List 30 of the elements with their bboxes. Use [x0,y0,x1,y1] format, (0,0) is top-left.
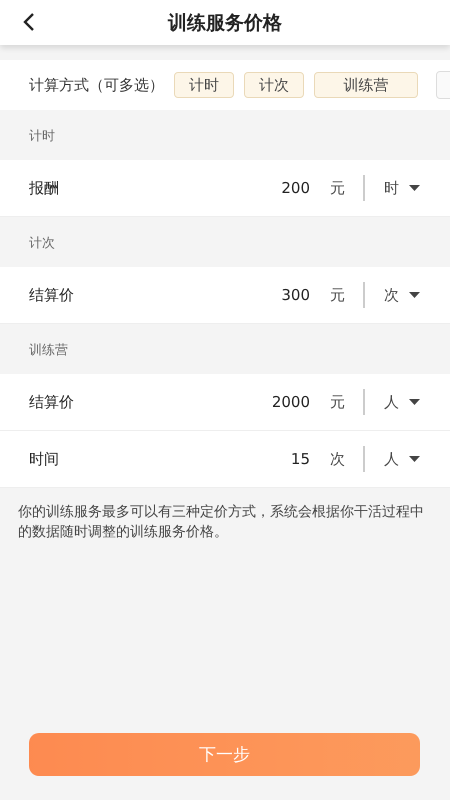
price-value[interactable]: 15 [290,450,310,468]
back-icon [23,13,35,31]
price-value[interactable]: 300 [281,286,310,304]
unit-dropdown[interactable]: 人 [384,392,420,412]
field-label: 时间 [29,450,60,468]
page-title: 训练服务价格 [168,10,282,36]
unit-dropdown[interactable]: 次 [384,286,420,304]
price-value[interactable]: 200 [281,179,310,197]
method-label: 计算方式（可多选） [29,76,164,94]
field-label: 报酬 [29,178,60,198]
pricing-note: 你的训练服务最多可以有三种定价方式，系统会根据你干活过程中的数据随时调整的训练服务价格。 [17,503,425,542]
option-chip[interactable]: 训练营 [314,72,418,98]
price-value[interactable]: 2000 [272,393,310,411]
field-label: 结算价 [29,286,75,304]
caret-icon [409,185,420,191]
unit-label: 元 [330,286,345,304]
caret-icon [409,456,420,462]
unit-dropdown[interactable]: 时 [384,178,420,198]
section-title: 训练营 [29,342,68,359]
unit-label: 元 [330,178,345,198]
section-title: 计次 [29,235,55,252]
unit-label: 次 [330,450,345,468]
caret-icon [409,292,420,298]
option-chip[interactable]: 计次 [244,72,304,98]
field-label: 结算价 [29,392,75,412]
unit-label: 元 [330,392,345,412]
section-title: 计时 [29,128,55,145]
unit-dropdown[interactable]: 人 [384,450,420,468]
option-chip[interactable]: 计时 [174,72,234,98]
caret-icon [409,399,420,405]
